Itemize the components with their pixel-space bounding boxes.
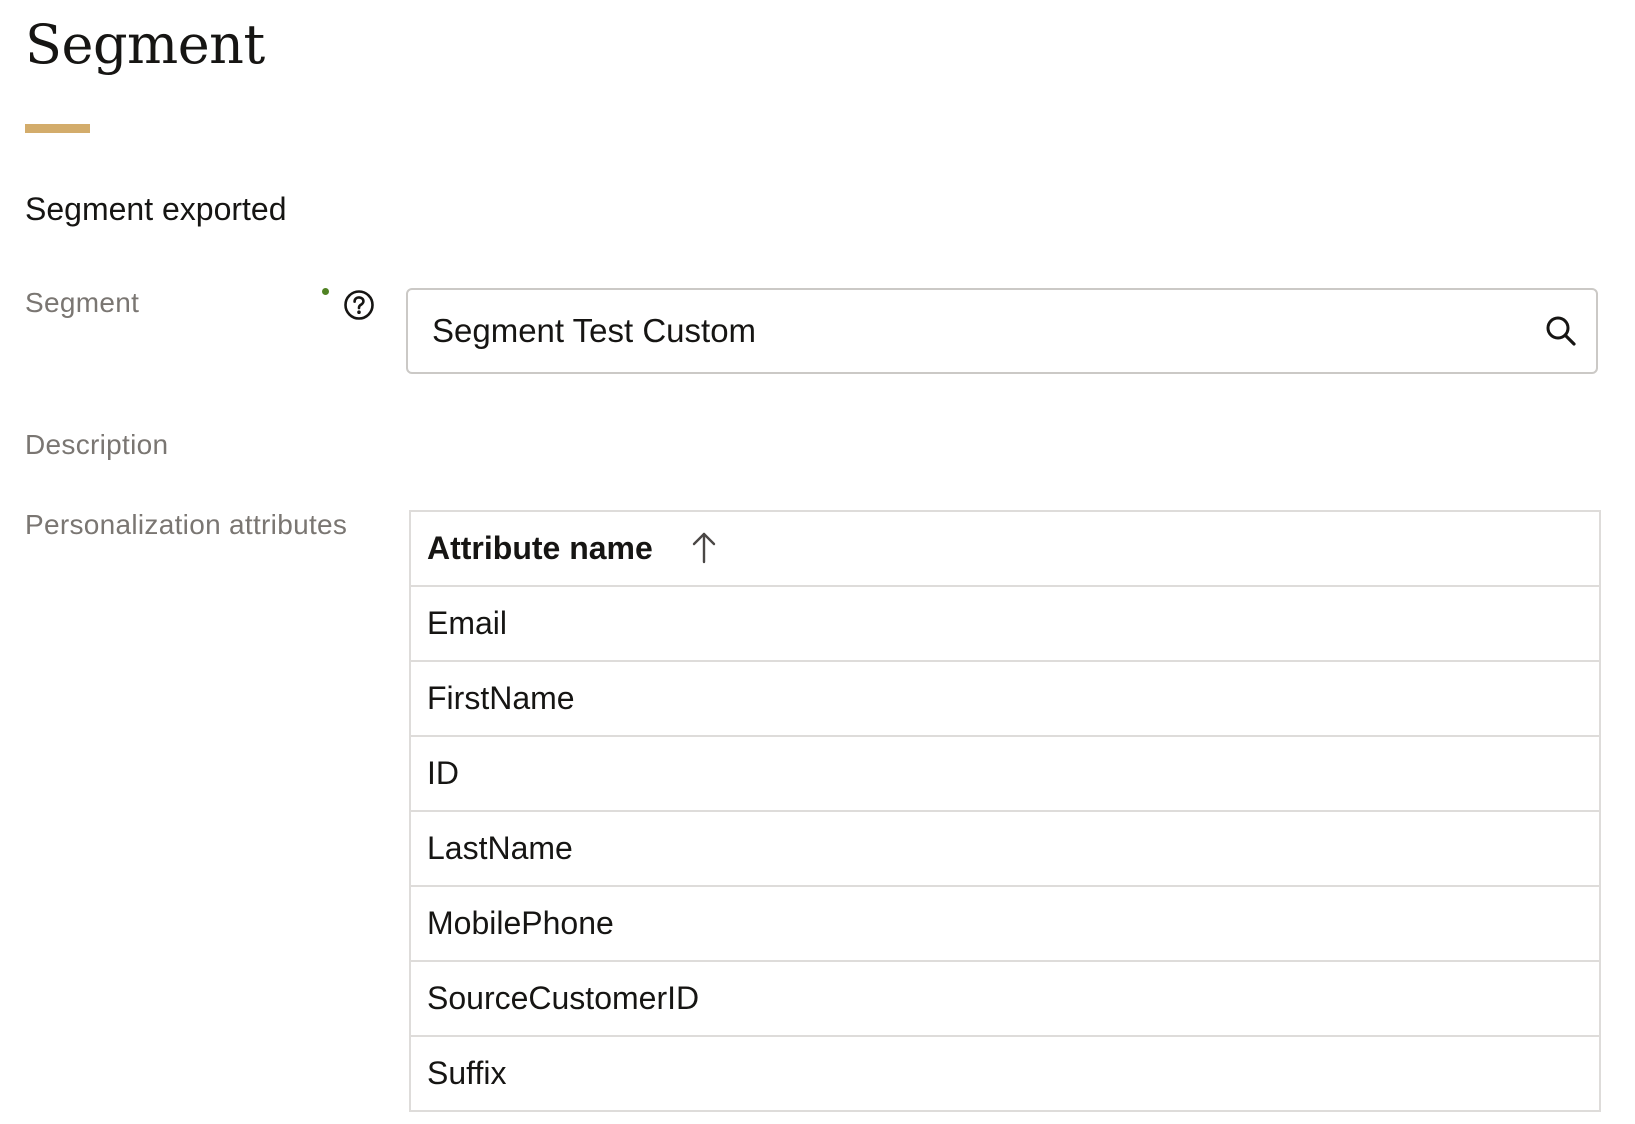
title-accent-bar — [25, 124, 90, 133]
required-indicator — [322, 288, 329, 295]
segment-search-input[interactable]: Segment Test Custom — [406, 288, 1598, 374]
description-label: Description — [25, 429, 169, 460]
table-cell: Suffix — [410, 1036, 1600, 1112]
column-header-label[interactable]: Attribute name — [427, 530, 653, 567]
segment-label: Segment — [25, 287, 140, 318]
segment-input-value[interactable]: Segment Test Custom — [408, 312, 1544, 350]
attributes-table: Attribute name Email FirstName ID LastNa… — [409, 510, 1601, 1112]
personalization-attributes-label: Personalization attributes — [25, 509, 348, 540]
table-row[interactable]: SourceCustomerID — [410, 961, 1600, 1037]
page-title: Segment — [25, 13, 265, 76]
table-row[interactable]: ID — [410, 736, 1600, 812]
table-row[interactable]: MobilePhone — [410, 886, 1600, 962]
help-icon[interactable] — [343, 289, 375, 321]
sort-ascending-icon[interactable] — [689, 530, 719, 564]
section-heading: Segment exported — [25, 191, 287, 227]
table-header-row: Attribute name — [410, 511, 1600, 587]
table-row[interactable]: Suffix — [410, 1036, 1600, 1112]
table-cell: FirstName — [410, 661, 1600, 737]
table-row[interactable]: FirstName — [410, 661, 1600, 737]
column-header-attribute-name[interactable]: Attribute name — [410, 511, 1600, 587]
table-cell: SourceCustomerID — [410, 961, 1600, 1037]
table-row[interactable]: Email — [410, 586, 1600, 662]
table-cell: LastName — [410, 811, 1600, 887]
table-row[interactable]: LastName — [410, 811, 1600, 887]
table-cell: ID — [410, 736, 1600, 812]
search-icon[interactable] — [1544, 314, 1578, 348]
table-cell: MobilePhone — [410, 886, 1600, 962]
table-cell: Email — [410, 586, 1600, 662]
